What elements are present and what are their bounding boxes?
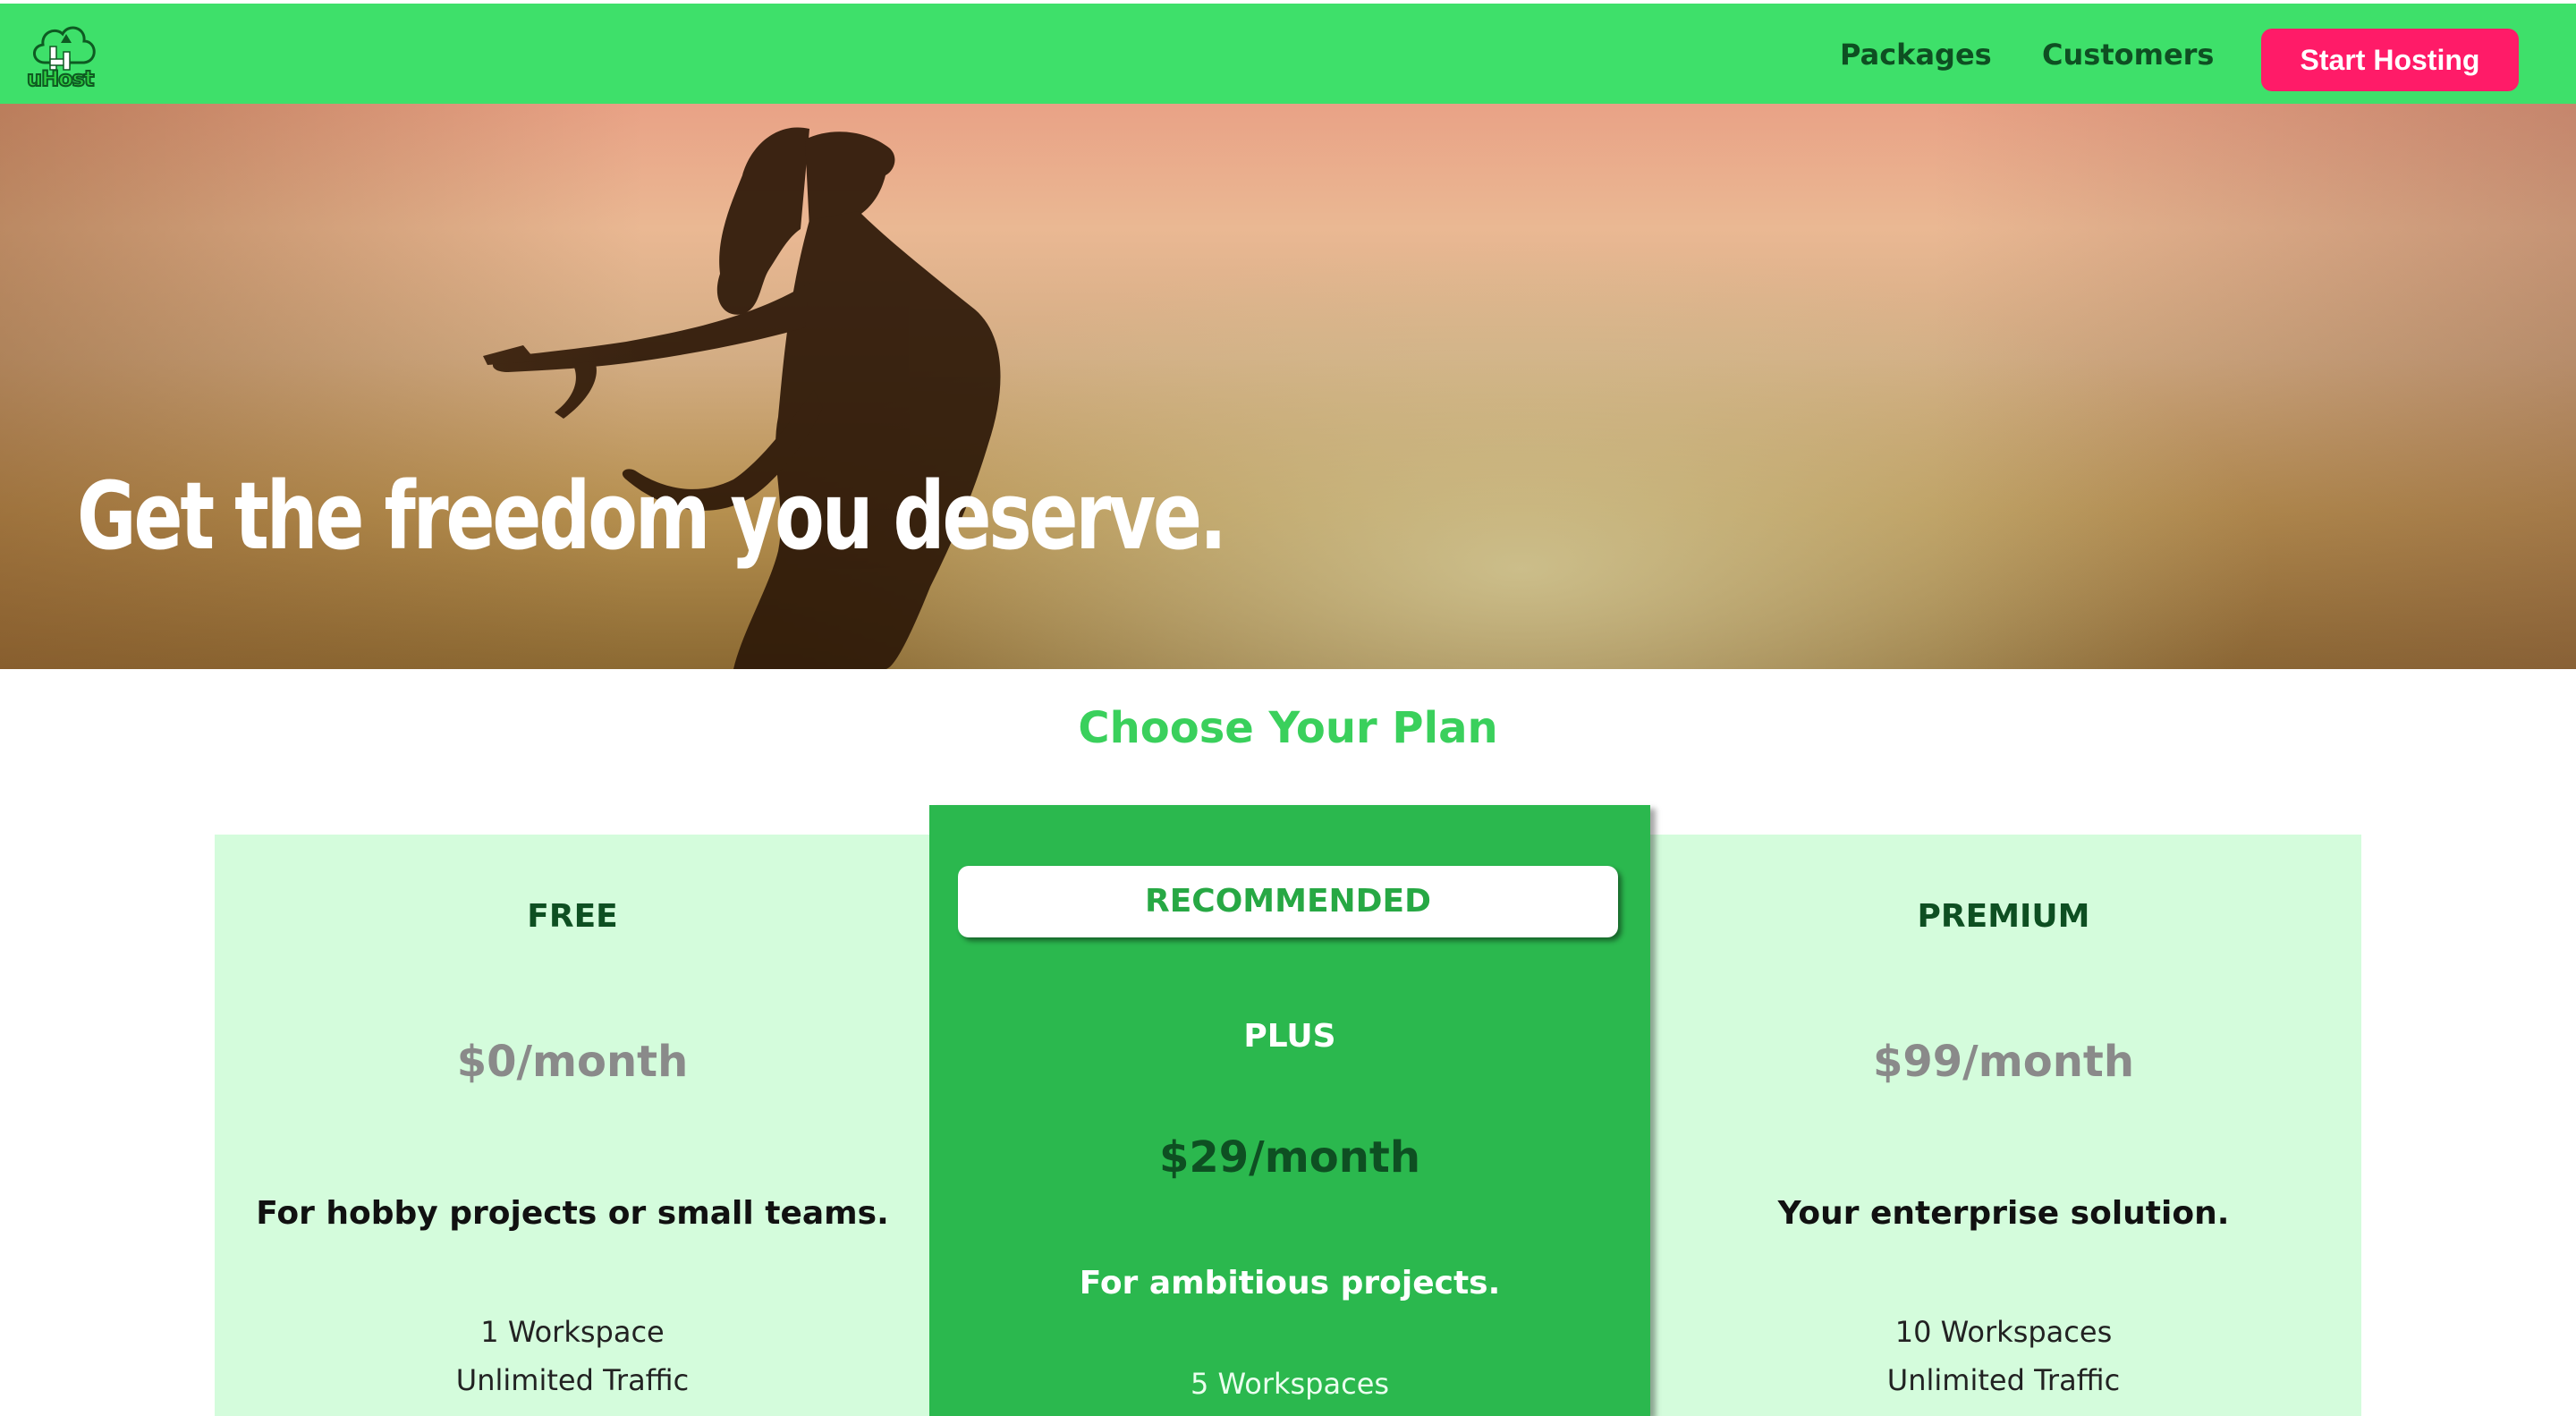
plan-card-plus[interactable]: RECOMMENDED PLUS $29/month For ambitious… (929, 805, 1650, 1416)
plan-price: $99/month (1872, 1037, 2134, 1087)
plan-description: Your enterprise solution. (1777, 1195, 2230, 1232)
hero-silhouette-image (483, 127, 1001, 669)
plan-feature: Unlimited Traffic (455, 1363, 690, 1397)
plan-name: FREE (527, 898, 618, 935)
nav-packages[interactable]: Packages (1840, 38, 1992, 72)
plan-price: $29/month (1158, 1132, 1420, 1183)
plan-feature: 10 Workspaces (1894, 1315, 2113, 1349)
plan-feature: 1 Workspace (480, 1315, 665, 1349)
recommended-badge: RECOMMENDED (958, 866, 1618, 937)
plan-card-premium[interactable]: PREMIUM $99/month Your enterprise soluti… (1646, 835, 2361, 1416)
hero-title: Get the freedom you deserve. (77, 462, 1227, 571)
plan-description: For ambitious projects. (1079, 1265, 1501, 1302)
hero-banner: Get the freedom you deserve. (0, 104, 2576, 669)
logo-text: uHost (26, 65, 95, 92)
plan-description: For hobby projects or small teams. (256, 1195, 889, 1232)
section-title: Choose Your Plan (1078, 703, 1498, 753)
plan-feature: 5 Workspaces (1190, 1367, 1390, 1401)
site-header: uHost Packages Customers Start Hosting (0, 4, 2576, 104)
plan-name: PLUS (1243, 1018, 1336, 1055)
plan-card-free[interactable]: FREE $0/month For hobby projects or smal… (215, 835, 930, 1416)
plan-feature: Unlimited Traffic (1886, 1363, 2121, 1397)
plan-name: PREMIUM (1917, 898, 2090, 935)
start-hosting-button[interactable]: Start Hosting (2261, 29, 2519, 91)
nav-customers[interactable]: Customers (2042, 38, 2214, 72)
plan-price: $0/month (456, 1037, 689, 1087)
